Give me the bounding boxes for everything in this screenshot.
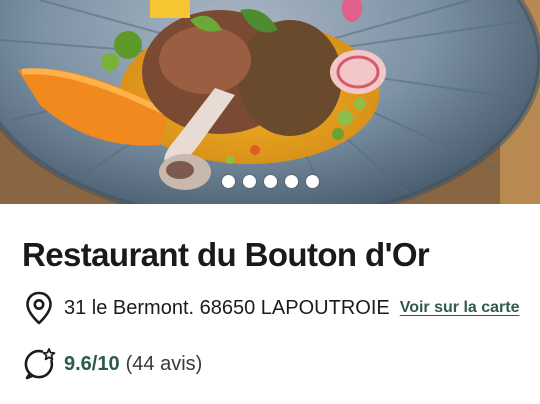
dish-photo xyxy=(0,0,540,204)
carousel-dots xyxy=(0,175,540,188)
carousel-dot-5[interactable] xyxy=(305,175,319,188)
view-on-map-link[interactable]: Voir sur la carte xyxy=(400,299,520,317)
photo-gallery[interactable] xyxy=(0,0,540,204)
restaurant-name: Restaurant du Bouton d'Or xyxy=(22,236,430,273)
carousel-dot-1[interactable] xyxy=(221,175,235,188)
rating-row: 9.6/10 (44 avis) xyxy=(22,346,202,382)
carousel-dot-4[interactable] xyxy=(284,175,298,188)
review-count[interactable]: (44 avis) xyxy=(126,353,203,376)
carousel-dot-3[interactable] xyxy=(263,175,277,188)
carousel-dot-2[interactable] xyxy=(242,175,256,188)
rating-score: 9.6/10 xyxy=(64,352,120,375)
location-pin-icon xyxy=(22,291,56,325)
address-row: 31 le Bermont. 68650 LAPOUTROIE Voir sur… xyxy=(22,290,519,326)
address-text: 31 le Bermont. 68650 LAPOUTROIE xyxy=(64,296,390,319)
rating-badge-icon xyxy=(22,347,56,381)
